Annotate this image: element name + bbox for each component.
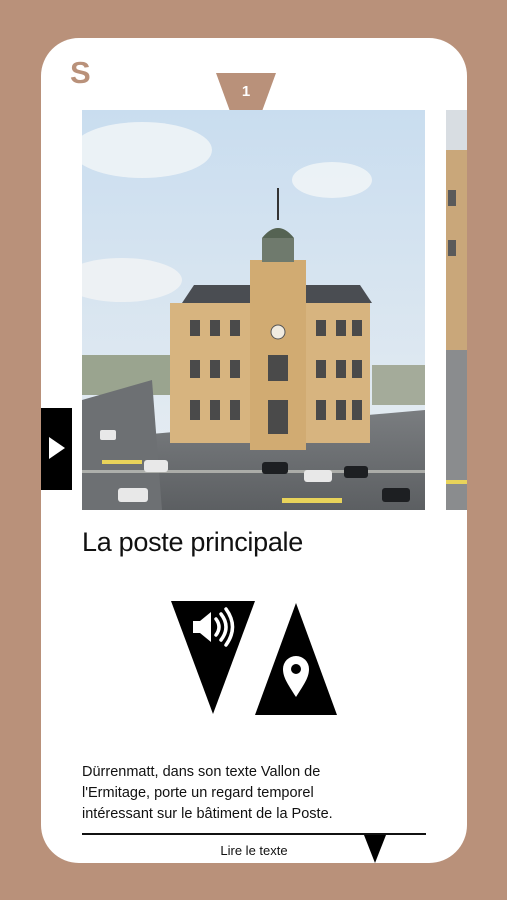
app-logo: S	[70, 55, 91, 90]
building-photo[interactable]	[82, 110, 425, 510]
side-panel-toggle[interactable]	[41, 408, 72, 490]
map-button[interactable]	[255, 603, 337, 715]
audio-button[interactable]	[171, 601, 255, 714]
map-pin-icon	[255, 603, 337, 715]
location-description: Dürrenmatt, dans son texte Vallon de l'E…	[82, 764, 333, 822]
next-photo-peek[interactable]	[446, 110, 467, 510]
card-index: 1	[241, 83, 251, 100]
speaker-icon	[171, 601, 255, 714]
location-title: La poste principale	[82, 527, 303, 557]
location-card: S 1 La poste principale Dürrenmatt, dans…	[41, 38, 467, 863]
play-arrow-icon	[49, 437, 65, 459]
expand-chevron-down-icon[interactable]	[364, 835, 386, 863]
